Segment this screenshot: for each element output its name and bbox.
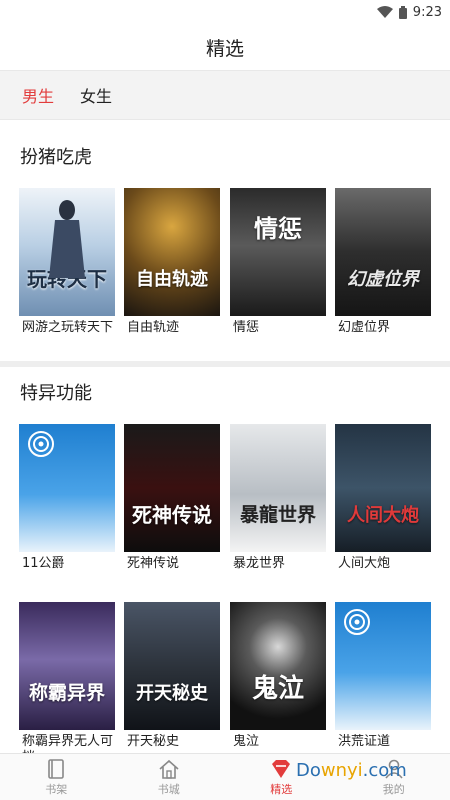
tab-male[interactable]: 男生 [22, 83, 54, 107]
wifi-icon [376, 6, 393, 18]
book-cover: 人间大炮 [335, 424, 431, 552]
book-card[interactable]: 开天秘史 开天秘史 [124, 602, 220, 750]
nav-label: 我的 [382, 782, 405, 796]
book-card[interactable]: 幻虚位界 幻虚位界 [335, 188, 431, 336]
book-card[interactable]: 洪荒证道 [335, 602, 431, 750]
book-card[interactable]: 情惩 情惩 [230, 188, 326, 336]
featured-icon [272, 759, 291, 778]
book-card[interactable]: 暴龍世界 暴龙世界 [230, 424, 326, 572]
book-card[interactable]: 玩转天下 网游之玩转天下 [19, 188, 115, 336]
book-cover: 暴龍世界 [230, 424, 326, 552]
book-title: 11公爵 [22, 556, 65, 571]
book-card[interactable]: 自由轨迹 自由轨迹 [124, 188, 220, 336]
book-cover: 死神传说 [124, 424, 220, 552]
book-title: 暴龙世界 [233, 556, 286, 571]
book-card[interactable]: 鬼泣 鬼泣 [230, 602, 326, 750]
book-title: 幻虚位界 [338, 320, 391, 335]
book-cover: 自由轨迹 [124, 188, 220, 316]
book-card[interactable]: 人间大炮 人间大炮 [335, 424, 431, 572]
home-icon [159, 759, 179, 779]
book-card[interactable]: 11公爵 [19, 424, 115, 572]
cover-title: 死神传说 [132, 503, 212, 527]
status-bar: 9:23 [0, 0, 450, 24]
book-card[interactable]: 死神传说 死神传说 [124, 424, 220, 572]
swirl-icon [344, 609, 370, 635]
swirl-icon [28, 431, 54, 457]
book-title: 自由轨迹 [127, 320, 180, 335]
book-cover [19, 424, 115, 552]
cover-title: 幻虚位界 [347, 269, 419, 291]
section-divider [0, 361, 450, 367]
book-cover [335, 602, 431, 730]
book-cover: 称霸异界 [19, 602, 115, 730]
book-cover: 开天秘史 [124, 602, 220, 730]
cover-title: 暴龍世界 [239, 504, 316, 527]
book-cover: 鬼泣 [230, 602, 326, 730]
cover-title: 自由轨迹 [136, 269, 208, 291]
book-title: 鬼泣 [233, 734, 260, 749]
nav-label: 精选 [270, 782, 293, 796]
book-cover: 玩转天下 [19, 188, 115, 316]
cover-title: 开天秘史 [136, 683, 208, 705]
nav-bookstore[interactable]: 书城 [113, 754, 226, 800]
page-title: 精选 [205, 37, 244, 60]
cover-title: 人间大炮 [347, 505, 419, 527]
book-title: 开天秘史 [127, 734, 180, 749]
cover-title: 称霸异界 [28, 682, 105, 705]
book-title: 情惩 [233, 320, 260, 335]
section-title-2: 特异功能 [20, 383, 92, 404]
battery-icon [398, 5, 407, 19]
book-cover: 情惩 [230, 188, 326, 316]
cover-title: 情惩 [254, 214, 302, 243]
book-title: 人间大炮 [338, 556, 391, 571]
status-time: 9:23 [412, 4, 442, 20]
gender-tabs: 男生 女生 [0, 70, 450, 120]
nav-label: 书城 [157, 782, 180, 796]
tab-female[interactable]: 女生 [80, 83, 112, 107]
cover-title: 鬼泣 [251, 674, 304, 705]
section-title-1: 扮猪吃虎 [20, 147, 92, 168]
book-title: 网游之玩转天下 [22, 320, 114, 335]
book-title: 死神传说 [127, 556, 180, 571]
book-card[interactable]: 称霸异界 称霸异界无人可挡 [19, 602, 115, 766]
bookshelf-icon [48, 758, 65, 779]
book-cover: 幻虚位界 [335, 188, 431, 316]
nav-label: 书架 [45, 782, 68, 796]
nav-bookshelf[interactable]: 书架 [0, 754, 113, 800]
book-title: 洪荒证道 [338, 734, 391, 749]
watermark: Downyi.com [296, 760, 407, 781]
